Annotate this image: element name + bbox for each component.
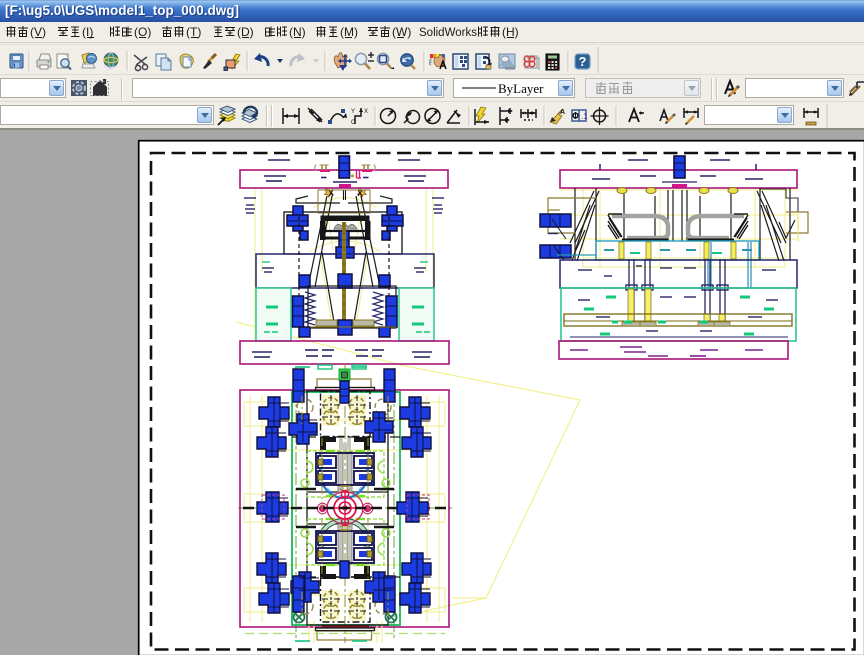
svg-text:(D): (D) — [237, 25, 254, 39]
svg-text:.1: .1 — [581, 112, 588, 121]
svg-text:A: A — [560, 109, 565, 116]
svg-text:(W): (W) — [392, 25, 411, 39]
svg-text:(N): (N) — [289, 25, 306, 39]
svg-text:O: O — [351, 120, 356, 126]
svg-text:?: ? — [579, 54, 587, 69]
svg-text:Y: Y — [351, 109, 355, 115]
svg-text:(O): (O) — [134, 25, 151, 39]
svg-text:(I): (I) — [82, 25, 93, 39]
svg-text:(V): (V) — [30, 25, 46, 39]
svg-text:(T): (T) — [186, 25, 201, 39]
svg-text:X: X — [364, 109, 368, 115]
svg-text:SolidWorks: SolidWorks — [419, 27, 477, 39]
svg-text:(H): (H) — [502, 25, 519, 39]
svg-text:(M): (M) — [340, 25, 358, 39]
